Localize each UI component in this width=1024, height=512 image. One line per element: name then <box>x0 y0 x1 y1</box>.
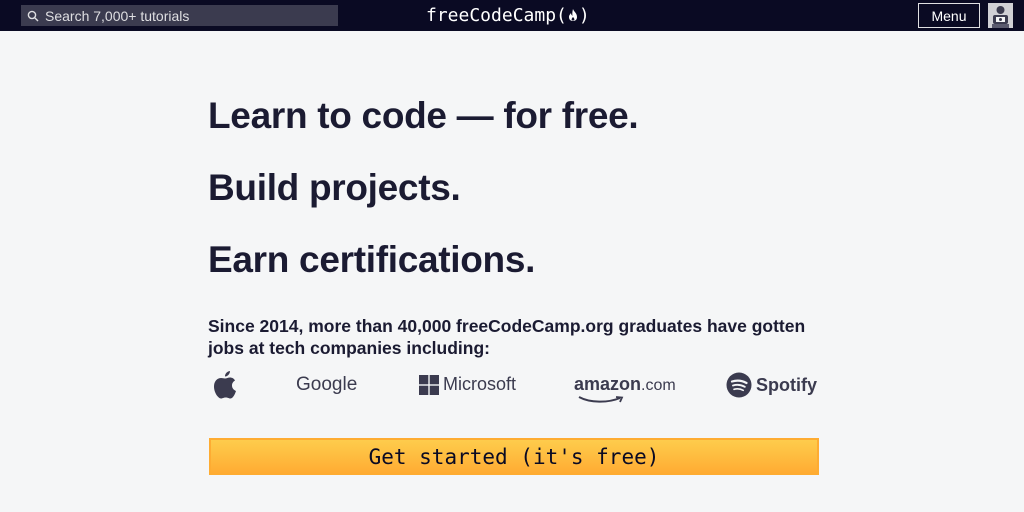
menu-button[interactable]: Menu <box>918 3 980 28</box>
microsoft-icon <box>419 374 439 395</box>
spotify-text: Spotify <box>756 374 817 395</box>
search-input[interactable] <box>45 7 325 24</box>
avatar[interactable] <box>988 3 1013 28</box>
logo-paren-close: ) <box>578 4 590 26</box>
microsoft-logo: Microsoft <box>419 374 516 395</box>
site-logo[interactable]: freeCodeCamp ( ) <box>426 4 590 26</box>
company-logos: Google Microsoft amazon .com Spotify <box>208 368 828 404</box>
amazon-logo: amazon .com <box>574 374 676 409</box>
spotify-icon <box>726 372 752 398</box>
logo-paren-open: ( <box>556 4 567 26</box>
amazon-smile-icon <box>578 391 624 409</box>
apple-icon <box>212 370 238 400</box>
headline-earn: Earn certifications. <box>208 239 536 280</box>
google-text: Google <box>296 374 358 395</box>
spotify-logo: Spotify <box>726 372 817 398</box>
microsoft-text: Microsoft <box>443 374 517 394</box>
flame-icon <box>568 8 578 22</box>
top-navbar: freeCodeCamp ( ) Menu <box>0 0 1024 31</box>
search-icon <box>27 9 41 23</box>
google-logo: Google <box>296 374 357 396</box>
headline-learn: Learn to code — for free. <box>208 95 639 136</box>
headline-build: Build projects. <box>208 167 461 208</box>
search-bar[interactable] <box>21 5 338 26</box>
amazon-suffix: .com <box>641 377 676 394</box>
intro-paragraph: Since 2014, more than 40,000 freeCodeCam… <box>208 316 806 358</box>
logo-text: freeCodeCamp <box>426 4 557 26</box>
get-started-button[interactable]: Get started (it's free) <box>209 438 819 475</box>
